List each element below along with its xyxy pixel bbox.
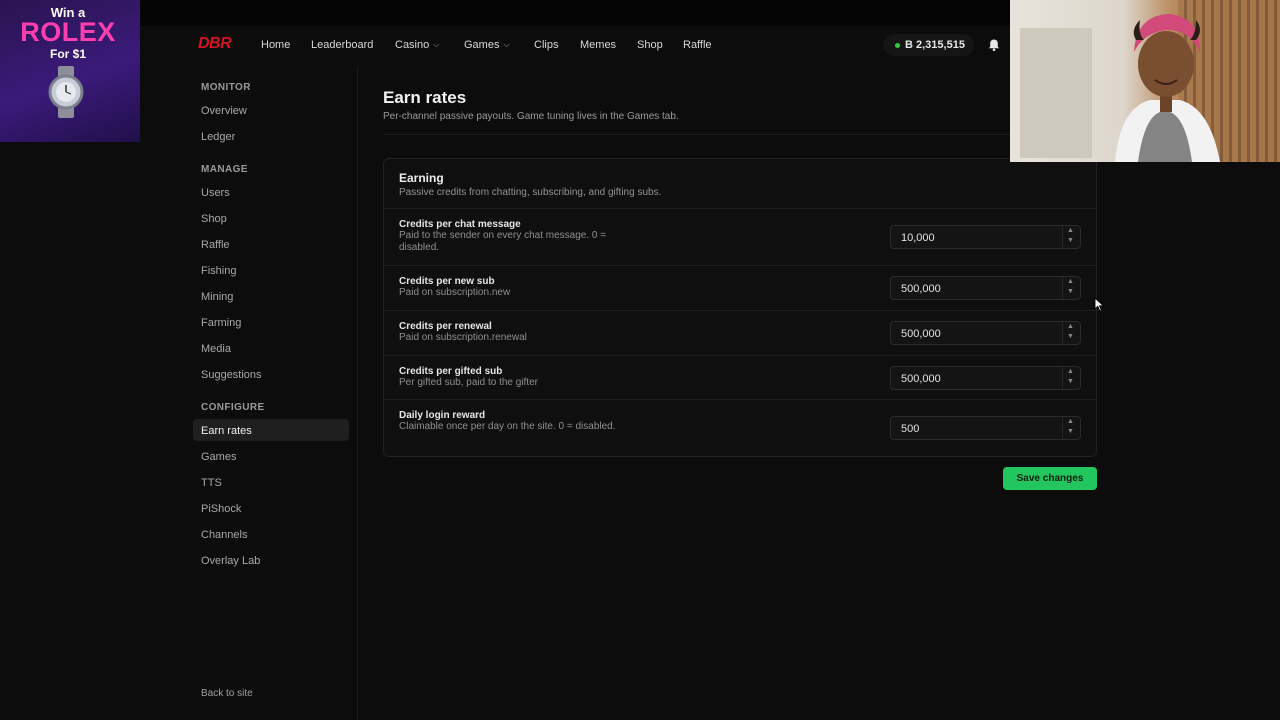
sidebar-item-mining[interactable]: Mining <box>201 291 233 303</box>
card-subtitle: Passive credits from chatting, subscribi… <box>399 187 662 198</box>
sidebar-item-overlay-lab[interactable]: Overlay Lab <box>201 555 260 567</box>
bell-icon[interactable] <box>987 38 1001 52</box>
admin-sidebar <box>0 66 358 720</box>
page-subtitle: Per-channel passive payouts. Game tuning… <box>383 111 679 122</box>
nav-leaderboard[interactable]: Leaderboard <box>311 39 373 51</box>
chevron-down-icon[interactable]: ▼ <box>1067 428 1074 435</box>
watch-icon <box>48 66 84 118</box>
sidebar-heading-manage: MANAGE <box>201 164 248 175</box>
new-sub-credits-input[interactable]: 500,000 ▲ ▼ <box>890 276 1081 300</box>
nav-memes-label: Memes <box>580 39 617 51</box>
ad-brand: ROLEX <box>20 17 116 47</box>
input-value: 500 <box>901 423 920 435</box>
chevron-down-icon[interactable]: ▼ <box>1067 237 1074 244</box>
row-divider <box>384 208 1096 209</box>
sidebar-item-raffle[interactable]: Raffle <box>201 239 230 251</box>
balance-pill[interactable]: B 2,315,515 <box>883 34 974 56</box>
nav-leaderboard-label: Leaderboard <box>311 39 374 51</box>
row-help-renewal: Paid on subscription.renewal <box>399 332 527 343</box>
chevron-up-icon[interactable]: ▲ <box>1067 278 1074 285</box>
ad-price: For $1 <box>49 47 86 61</box>
sidebar-item-pishock[interactable]: PiShock <box>201 503 241 515</box>
input-value: 500,000 <box>901 283 941 295</box>
mouse-cursor-icon <box>1094 297 1105 312</box>
nav-memes[interactable]: Memes <box>580 39 616 51</box>
nav-shop-label: Shop <box>637 39 663 51</box>
header-divider <box>383 134 1010 135</box>
sidebar-item-fishing[interactable]: Fishing <box>201 265 236 277</box>
number-stepper[interactable]: ▲ ▼ <box>1062 417 1080 439</box>
chevron-up-icon[interactable]: ▲ <box>1067 323 1074 330</box>
row-divider <box>384 310 1096 311</box>
sidebar-item-suggestions[interactable]: Suggestions <box>201 369 262 381</box>
webcam-overlay <box>1010 0 1280 162</box>
sidebar-item-shop[interactable]: Shop <box>201 213 227 225</box>
nav-casino-label: Casino <box>395 39 430 51</box>
sidebar-item-farming[interactable]: Farming <box>201 317 241 329</box>
nav-shop[interactable]: Shop <box>637 39 663 51</box>
chat-message-credits-input[interactable]: 10,000 ▲ ▼ <box>890 225 1081 249</box>
row-help-new-sub: Paid on subscription.new <box>399 287 511 298</box>
balance-value: B 2,315,515 <box>905 39 965 51</box>
sidebar-item-overview[interactable]: Overview <box>201 105 247 117</box>
number-stepper[interactable]: ▲ ▼ <box>1062 322 1080 344</box>
save-changes-button[interactable]: Save changes <box>1003 467 1097 490</box>
sidebar-item-users[interactable]: Users <box>201 187 230 199</box>
sidebar-item-channels[interactable]: Channels <box>201 529 247 541</box>
row-divider <box>384 265 1096 266</box>
top-nav: DBR Home Leaderboard Casino ⌵ Games ⌵ Clip… <box>0 26 1010 66</box>
input-value: 10,000 <box>901 232 935 244</box>
nav-home-label: Home <box>261 39 291 51</box>
number-stepper[interactable]: ▲ ▼ <box>1062 277 1080 299</box>
number-stepper[interactable]: ▲ ▼ <box>1062 367 1080 389</box>
row-help-daily-login: Claimable once per day on the site. 0 = … <box>399 421 616 432</box>
nav-raffle-label: Raffle <box>683 39 712 51</box>
gifted-sub-credits-input[interactable]: 500,000 ▲ ▼ <box>890 366 1081 390</box>
nav-games[interactable]: Games ⌵ <box>464 39 510 51</box>
row-label-new-sub: Credits per new sub <box>399 276 495 287</box>
card-title: Earning <box>399 171 444 185</box>
row-label-renewal: Credits per renewal <box>399 321 492 332</box>
chevron-down-icon[interactable]: ▼ <box>1067 333 1074 340</box>
site-logo[interactable]: DBR <box>198 35 232 53</box>
renewal-credits-input[interactable]: 500,000 ▲ ▼ <box>890 321 1081 345</box>
rolex-ad-overlay[interactable]: Win a ROLEX For $1 <box>0 0 140 142</box>
nav-games-label: Games <box>464 39 500 51</box>
back-to-site-link[interactable]: Back to site <box>201 688 253 699</box>
chevron-down-icon[interactable]: ▼ <box>1067 378 1074 385</box>
row-help-chat-message: Paid to the sender on every chat message… <box>399 230 607 253</box>
daily-login-reward-input[interactable]: 500 ▲ ▼ <box>890 416 1081 440</box>
earning-card: Earning Passive credits from chatting, s… <box>383 158 1097 457</box>
nav-clips[interactable]: Clips <box>534 39 558 51</box>
row-help-gifted-sub: Per gifted sub, paid to the gifter <box>399 377 538 388</box>
sidebar-item-games[interactable]: Games <box>201 451 236 463</box>
nav-home[interactable]: Home <box>261 39 290 51</box>
nav-raffle[interactable]: Raffle <box>683 39 712 51</box>
row-divider <box>384 355 1096 356</box>
nav-casino[interactable]: Casino ⌵ <box>395 39 439 51</box>
nav-clips-label: Clips <box>534 39 559 51</box>
chevron-up-icon[interactable]: ▲ <box>1067 227 1074 234</box>
chevron-down-icon: ⌵ <box>433 40 440 49</box>
input-value: 500,000 <box>901 373 941 385</box>
chevron-down-icon: ⌵ <box>503 40 510 49</box>
page-title: Earn rates <box>383 88 467 107</box>
chevron-up-icon[interactable]: ▲ <box>1067 418 1074 425</box>
chevron-up-icon[interactable]: ▲ <box>1067 368 1074 375</box>
row-label-daily-login: Daily login reward <box>399 410 486 421</box>
row-label-chat-message: Credits per chat message <box>399 219 521 230</box>
sidebar-item-ledger[interactable]: Ledger <box>201 131 235 143</box>
row-label-gifted-sub: Credits per gifted sub <box>399 366 503 377</box>
sidebar-item-earn-rates[interactable]: Earn rates <box>201 425 252 437</box>
sidebar-heading-configure: CONFIGURE <box>201 402 265 413</box>
number-stepper[interactable]: ▲ ▼ <box>1062 226 1080 248</box>
streamer-figure <box>1115 14 1220 162</box>
sidebar-item-media[interactable]: Media <box>201 343 231 355</box>
input-value: 500,000 <box>901 328 941 340</box>
online-status-dot <box>895 42 900 48</box>
chevron-down-icon[interactable]: ▼ <box>1067 288 1074 295</box>
row-divider <box>384 399 1096 400</box>
sidebar-item-tts[interactable]: TTS <box>201 477 222 489</box>
sidebar-heading-monitor: MONITOR <box>201 82 251 93</box>
